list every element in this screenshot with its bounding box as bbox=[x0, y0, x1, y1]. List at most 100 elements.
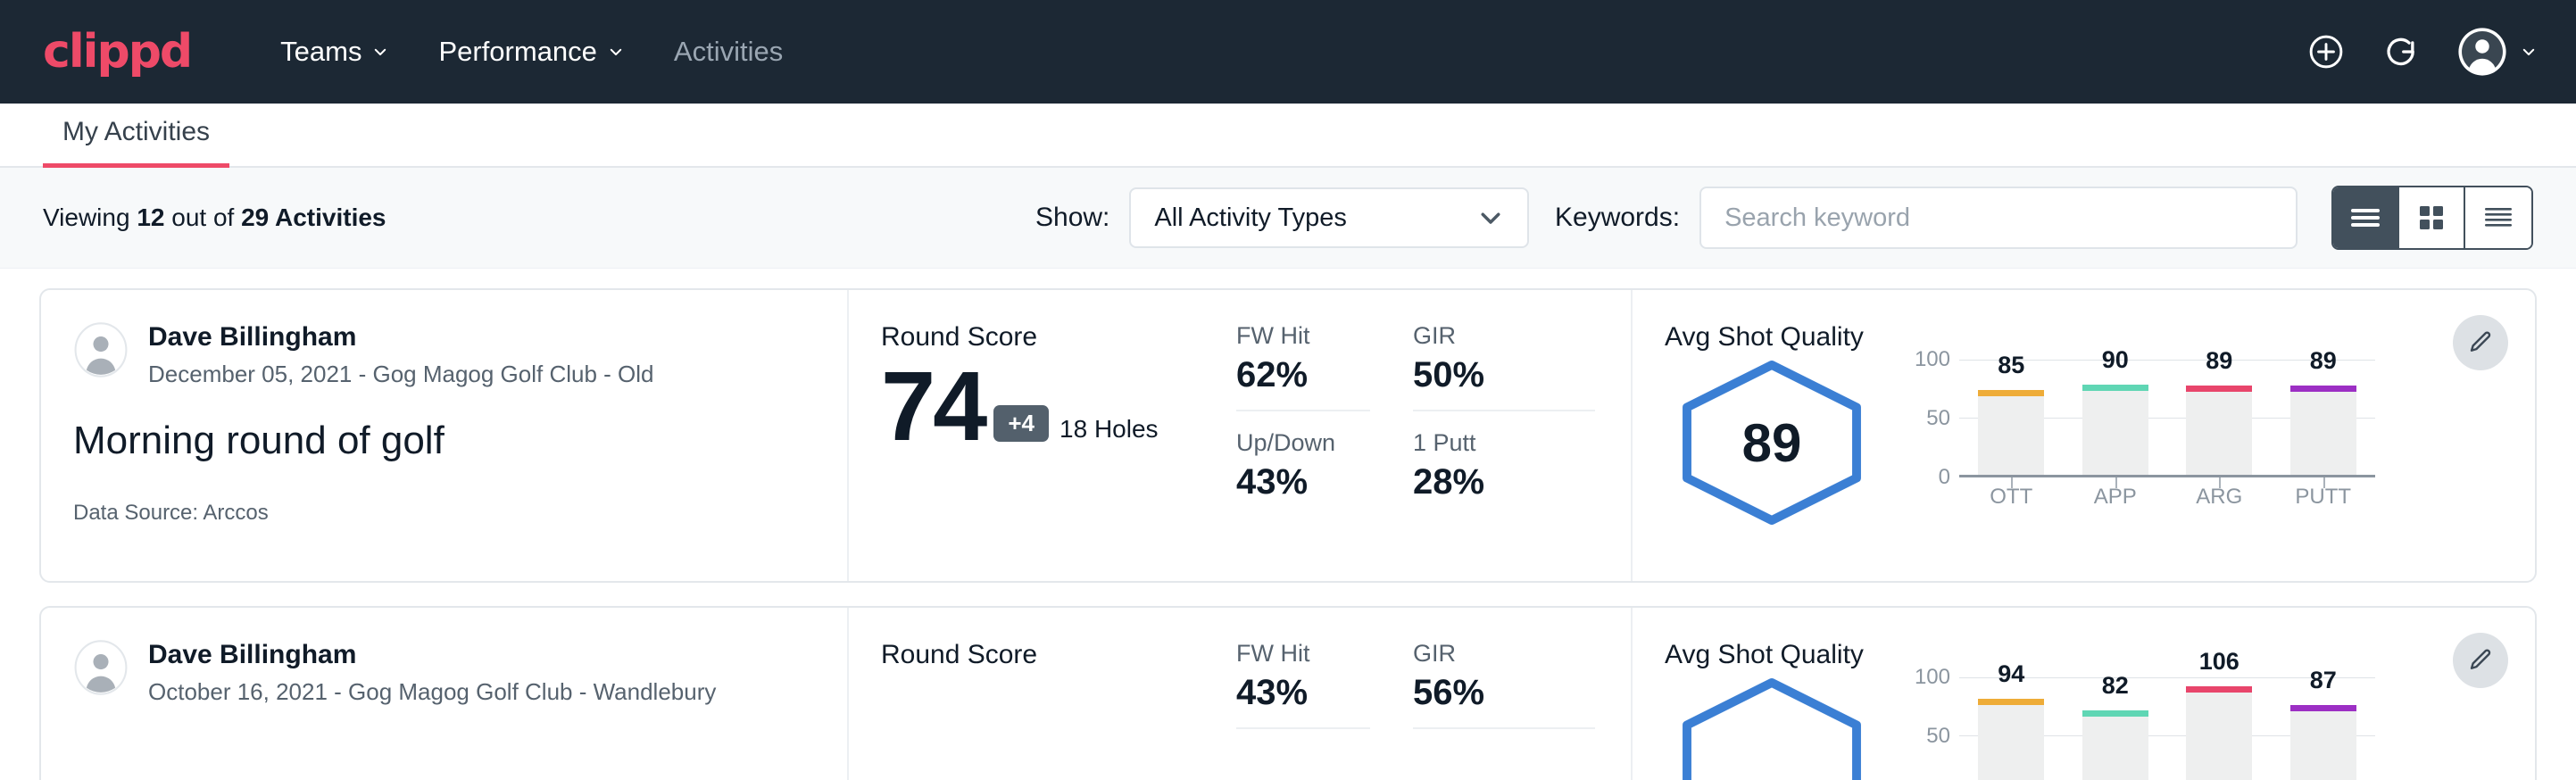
grid-view-button[interactable] bbox=[2399, 187, 2465, 248]
y-tick: 0 bbox=[1939, 465, 1950, 490]
bar-group-putt: 87 bbox=[2272, 677, 2376, 780]
stat-label: 1 Putt bbox=[1413, 429, 1595, 457]
tab-my-activities[interactable]: My Activities bbox=[43, 117, 229, 168]
x-label: ARG bbox=[2167, 485, 2272, 510]
activity-user-text: Dave Billingham October 16, 2021 - Gog M… bbox=[148, 640, 716, 706]
bar-cap bbox=[2290, 386, 2356, 392]
y-tick: 100 bbox=[1915, 665, 1950, 690]
stat-label: GIR bbox=[1413, 322, 1595, 350]
round-score-value: 74 bbox=[881, 358, 985, 456]
activity-user-text: Dave Billingham December 05, 2021 - Gog … bbox=[148, 322, 654, 388]
list-icon bbox=[2347, 204, 2383, 231]
bar-cap bbox=[2082, 385, 2148, 391]
chevron-down-icon bbox=[608, 44, 624, 60]
app-logo[interactable]: clippd bbox=[43, 25, 191, 79]
nav-item-performance-label: Performance bbox=[438, 36, 596, 68]
bar-group-arg: 89 bbox=[2167, 360, 2272, 475]
show-label: Show: bbox=[1035, 203, 1109, 233]
chevron-down-icon bbox=[2521, 44, 2537, 60]
bar-value: 87 bbox=[2310, 667, 2337, 694]
bar-value: 85 bbox=[1998, 352, 2024, 379]
bar-group-app: 82 bbox=[2064, 677, 2168, 780]
avatar bbox=[73, 640, 129, 695]
edit-activity-button[interactable] bbox=[2453, 633, 2508, 688]
viewing-total: 29 Activities bbox=[241, 203, 386, 231]
stat-gir: GIR 50% bbox=[1413, 322, 1595, 411]
shot-quality-hexagon bbox=[1674, 676, 1870, 780]
keywords-label: Keywords: bbox=[1555, 203, 1680, 233]
stat-label: Up/Down bbox=[1236, 429, 1370, 457]
chart-y-axis: 100 50 0 bbox=[1902, 677, 1957, 780]
stats-grid: FW Hit 62% GIR 50% Up/Down 43% 1 Putt 28… bbox=[1236, 322, 1595, 510]
stat-value: 50% bbox=[1413, 355, 1595, 395]
stat-gir: GIR 56% bbox=[1413, 640, 1595, 729]
keywords-filter-group: Keywords: bbox=[1555, 187, 2298, 249]
search-input[interactable] bbox=[1699, 187, 2298, 249]
activity-card[interactable]: Dave Billingham December 05, 2021 - Gog … bbox=[39, 288, 2537, 583]
bar-chart: 100 50 0 85 bbox=[1902, 360, 2375, 502]
bar-value: 94 bbox=[1998, 660, 2024, 688]
top-navigation-bar: clippd Teams Performance Activities bbox=[0, 0, 2576, 104]
stat-value: 56% bbox=[1413, 673, 1595, 713]
score-to-par-badge: +4 bbox=[993, 405, 1049, 442]
stat-fw-hit: FW Hit 62% bbox=[1236, 322, 1370, 411]
x-label: OTT bbox=[1959, 485, 2064, 510]
round-score-column: Round Score bbox=[849, 608, 1204, 780]
chart-y-axis: 100 50 0 bbox=[1902, 360, 1957, 477]
stats-column: FW Hit 62% GIR 50% Up/Down 43% 1 Putt 28… bbox=[1204, 290, 1633, 581]
compact-view-button[interactable] bbox=[2465, 187, 2531, 248]
bar bbox=[2082, 385, 2148, 475]
activity-card[interactable]: Dave Billingham October 16, 2021 - Gog M… bbox=[39, 606, 2537, 780]
bar-cap bbox=[2082, 710, 2148, 717]
stat-label: FW Hit bbox=[1236, 640, 1370, 668]
y-tick: 50 bbox=[1926, 724, 1950, 749]
nav-item-activities[interactable]: Activities bbox=[649, 23, 808, 80]
nav-item-performance[interactable]: Performance bbox=[413, 23, 648, 80]
avg-shot-quality-row: 100 50 0 94 bbox=[1665, 676, 2499, 780]
refresh-icon[interactable] bbox=[2381, 32, 2421, 71]
activity-type-select[interactable]: All Activity Types bbox=[1129, 187, 1529, 248]
edit-activity-button[interactable] bbox=[2453, 315, 2508, 370]
stat-value: 28% bbox=[1413, 462, 1595, 502]
avg-shot-quality-label: Avg Shot Quality bbox=[1665, 640, 2499, 670]
stats-grid: FW Hit 43% GIR 56% bbox=[1236, 640, 1595, 747]
shot-quality-chart: 100 50 0 94 bbox=[1902, 677, 2375, 780]
activity-type-selected-value: All Activity Types bbox=[1154, 203, 1346, 233]
compact-list-icon bbox=[2480, 203, 2516, 232]
activity-meta: December 05, 2021 - Gog Magog Golf Club … bbox=[148, 361, 654, 388]
grid-icon bbox=[2415, 202, 2447, 234]
stat-fw-hit: FW Hit 43% bbox=[1236, 640, 1370, 729]
stat-up-down: Up/Down 43% bbox=[1236, 429, 1370, 510]
bar-group-ott: 85 bbox=[1959, 360, 2064, 475]
filter-bar: Viewing 12 out of 29 Activities Show: Al… bbox=[0, 168, 2576, 269]
bar-chart: 100 50 0 94 bbox=[1902, 677, 2375, 780]
activity-user-name: Dave Billingham bbox=[148, 322, 654, 353]
nav-actions bbox=[2306, 0, 2537, 104]
activity-list: Dave Billingham December 05, 2021 - Gog … bbox=[0, 269, 2576, 780]
bar-value: 89 bbox=[2206, 347, 2232, 375]
avg-shot-quality-row: 89 100 50 0 bbox=[1665, 358, 2499, 527]
add-icon[interactable] bbox=[2306, 32, 2346, 71]
activity-user-block: Dave Billingham October 16, 2021 - Gog M… bbox=[73, 640, 811, 706]
avg-shot-quality-label: Avg Shot Quality bbox=[1665, 322, 2499, 353]
bar-cap bbox=[2290, 705, 2356, 711]
viewing-prefix: Viewing bbox=[43, 203, 137, 231]
round-score-badge-wrap: +4 bbox=[993, 405, 1049, 456]
account-menu[interactable] bbox=[2456, 26, 2537, 78]
chevron-down-icon bbox=[372, 44, 388, 60]
bar-group-arg: 106 bbox=[2167, 677, 2272, 780]
stat-value: 43% bbox=[1236, 462, 1370, 502]
bar-value: 106 bbox=[2199, 648, 2239, 676]
bar-value: 90 bbox=[2102, 346, 2129, 374]
bar-cap bbox=[2186, 386, 2252, 392]
shot-quality-value bbox=[1674, 676, 1870, 780]
list-view-button[interactable] bbox=[2333, 187, 2399, 248]
show-filter-group: Show: All Activity Types bbox=[1035, 187, 1529, 248]
chevron-down-icon bbox=[1477, 204, 1504, 231]
chart-plot-area: 94 82 bbox=[1959, 677, 2375, 780]
nav-item-teams[interactable]: Teams bbox=[255, 23, 413, 80]
pencil-icon bbox=[2467, 647, 2494, 674]
shot-quality-hexagon: 89 bbox=[1674, 358, 1870, 527]
bar bbox=[2290, 386, 2356, 475]
activity-info-column: Dave Billingham October 16, 2021 - Gog M… bbox=[41, 608, 849, 780]
